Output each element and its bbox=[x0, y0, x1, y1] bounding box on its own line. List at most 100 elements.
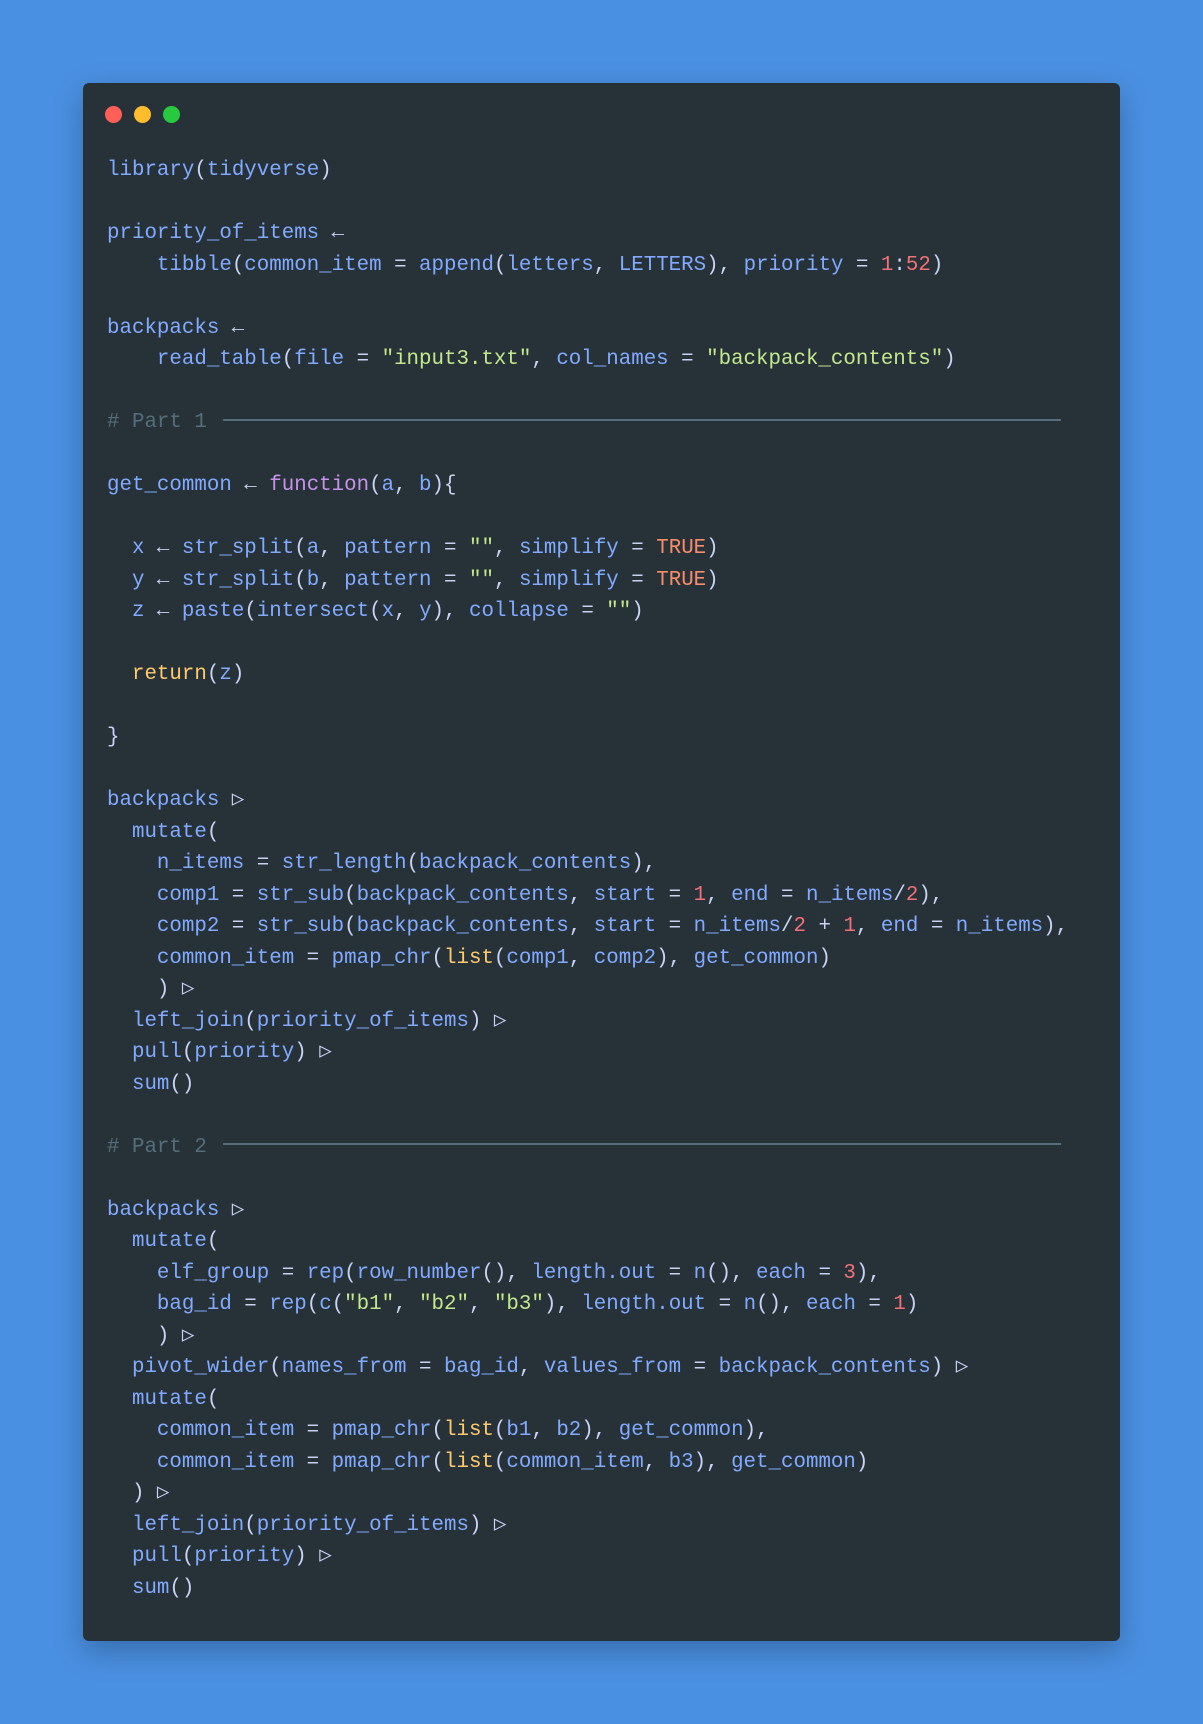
code-token: = bbox=[431, 568, 469, 592]
code-line: sum() bbox=[107, 1573, 1068, 1605]
code-token: get_common bbox=[618, 1419, 744, 1442]
code-token: bag_id bbox=[107, 1293, 232, 1316]
code-line: } bbox=[107, 722, 1068, 754]
code-token: ) bbox=[107, 978, 182, 1001]
code-line: # Part 1 bbox=[107, 407, 1068, 439]
code-token: bag_id bbox=[444, 1356, 519, 1379]
code-line: ) ▷ bbox=[107, 1321, 1068, 1353]
code-token: backpack_contents bbox=[356, 915, 569, 938]
code-line: mutate( bbox=[107, 817, 1068, 849]
code-line: pull(priority) ▷ bbox=[107, 1541, 1068, 1573]
code-line: elf_group = rep(row_number(), length.out… bbox=[107, 1258, 1068, 1290]
code-token: : bbox=[893, 253, 906, 277]
code-token: str_sub bbox=[256, 915, 345, 938]
code-token: str_length bbox=[281, 852, 407, 875]
code-token: each bbox=[806, 1293, 856, 1316]
code-token: ) bbox=[855, 1450, 869, 1474]
code-token: , bbox=[319, 568, 345, 592]
code-token: ( bbox=[493, 946, 507, 970]
section-divider bbox=[223, 1143, 1062, 1145]
code-token: ▷ bbox=[156, 1482, 170, 1505]
code-token: left_join bbox=[107, 1009, 245, 1033]
code-token: ) bbox=[706, 568, 719, 592]
code-token: each bbox=[756, 1261, 806, 1285]
code-line: pivot_wider(names_from = bag_id, values_… bbox=[107, 1352, 1068, 1384]
code-token: ( bbox=[194, 159, 207, 182]
code-line: read_table(file = "input3.txt", col_name… bbox=[107, 344, 1068, 376]
maximize-button[interactable] bbox=[163, 106, 180, 123]
code-token: = bbox=[219, 915, 257, 938]
code-token: get_common bbox=[693, 946, 819, 970]
code-token: = bbox=[918, 915, 956, 938]
code-token: ( bbox=[431, 946, 444, 970]
code-token: / bbox=[781, 915, 794, 938]
code-token: backpack_contents bbox=[718, 1356, 931, 1379]
code-token: left_join bbox=[107, 1513, 245, 1537]
code-token: TRUE bbox=[656, 537, 707, 560]
code-token: tidyverse bbox=[206, 159, 320, 182]
code-token: ), bbox=[693, 1450, 732, 1474]
code-token: ) bbox=[943, 348, 956, 371]
code-token: col_names bbox=[556, 348, 669, 371]
code-token: priority_of_items bbox=[107, 222, 320, 245]
code-token: sum bbox=[107, 1576, 170, 1600]
code-token: a bbox=[306, 537, 320, 560]
code-token: = bbox=[269, 1261, 307, 1285]
code-token: , bbox=[855, 915, 881, 938]
code-token: simplify bbox=[518, 568, 619, 592]
code-token: ( bbox=[181, 1041, 195, 1064]
code-token: pull bbox=[107, 1041, 182, 1064]
code-line: y ← str_split(b, pattern = "", simplify … bbox=[107, 565, 1068, 597]
code-token: = bbox=[855, 1293, 894, 1316]
code-token: ← bbox=[144, 537, 182, 560]
code-token: , bbox=[568, 883, 594, 907]
code-token: ( bbox=[493, 253, 507, 277]
code-token: common_item bbox=[506, 1450, 644, 1474]
code-token: ▷ bbox=[219, 1198, 245, 1222]
code-token: ( bbox=[331, 1293, 345, 1316]
code-token: list bbox=[443, 946, 494, 970]
code-token: pmap_chr bbox=[331, 946, 432, 970]
code-token: ( bbox=[493, 1450, 507, 1474]
code-token: , bbox=[643, 1450, 669, 1474]
code-token: backpacks bbox=[107, 789, 220, 812]
code-token: , bbox=[518, 1356, 544, 1379]
code-line: common_item = pmap_chr(list(comp1, comp2… bbox=[107, 943, 1068, 975]
code-token: "" bbox=[606, 600, 632, 623]
code-token: ( bbox=[369, 474, 382, 497]
code-token: , bbox=[531, 348, 557, 371]
minimize-button[interactable] bbox=[134, 106, 151, 123]
code-token: n_items bbox=[693, 915, 782, 938]
code-token: ( bbox=[369, 600, 382, 623]
code-token: mutate bbox=[107, 1387, 207, 1411]
code-token: 1 bbox=[893, 1293, 906, 1316]
code-token: ( bbox=[294, 568, 307, 592]
code-token: priority bbox=[194, 1545, 295, 1568]
code-token: 3 bbox=[843, 1261, 856, 1285]
code-token: , bbox=[568, 915, 594, 938]
code-token: = bbox=[431, 537, 469, 560]
code-token: values_from bbox=[543, 1356, 682, 1379]
code-token: elf_group bbox=[107, 1261, 270, 1285]
code-token: , bbox=[493, 568, 519, 592]
code-token: y bbox=[107, 568, 145, 592]
code-token: ), bbox=[918, 883, 944, 907]
code-token: collapse bbox=[469, 600, 569, 623]
code-token: n_items bbox=[806, 883, 894, 907]
code-token: pattern bbox=[344, 568, 432, 592]
code-token: = bbox=[706, 1293, 744, 1316]
code-token: "input3.txt" bbox=[381, 348, 532, 371]
code-token: priority bbox=[194, 1041, 295, 1064]
close-button[interactable] bbox=[105, 106, 122, 123]
code-token: mutate bbox=[107, 1230, 207, 1253]
code-token: ▷ bbox=[319, 1041, 332, 1064]
code-token: 52 bbox=[905, 253, 931, 277]
code-token: ( bbox=[206, 1230, 220, 1253]
code-line: ) ▷ bbox=[107, 1478, 1068, 1510]
code-token: = bbox=[294, 1450, 332, 1474]
